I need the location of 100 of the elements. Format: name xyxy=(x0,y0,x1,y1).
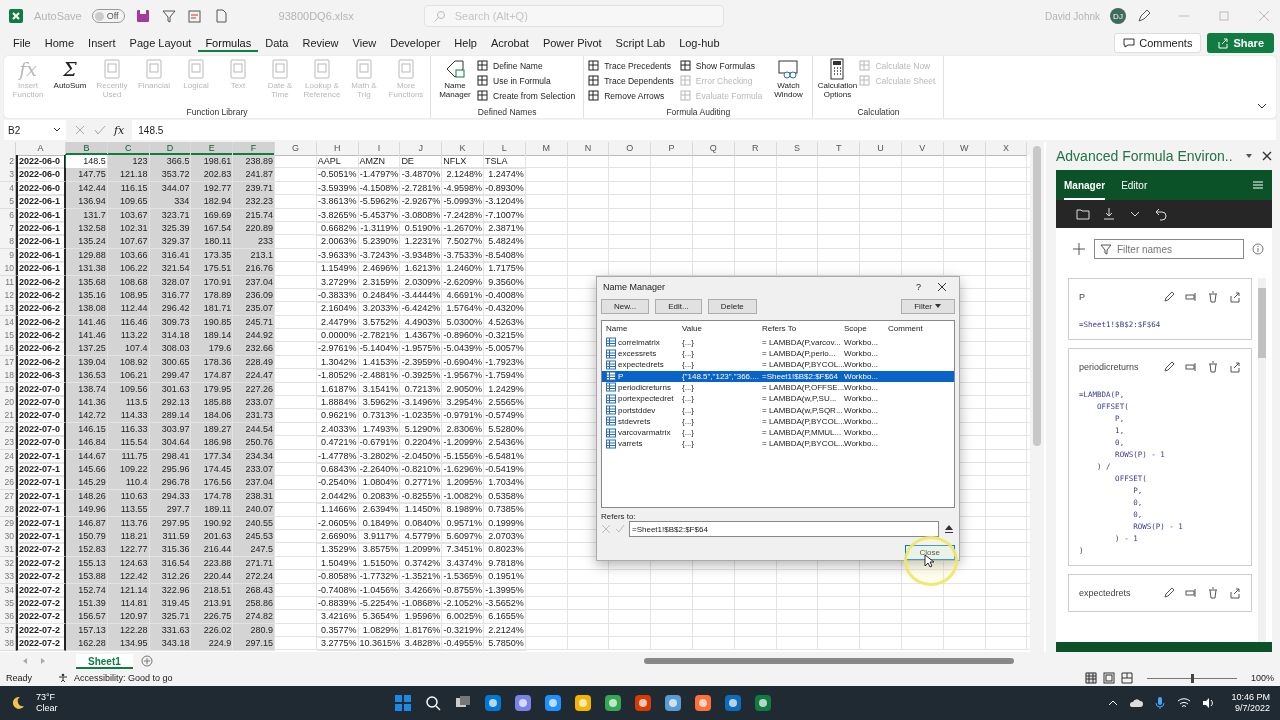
microphone-icon[interactable] xyxy=(1153,696,1168,710)
menu-tab[interactable]: Home xyxy=(37,34,82,52)
ribbon-button[interactable]: Trace Dependents xyxy=(588,74,678,87)
list-column-header[interactable]: Name xyxy=(606,324,682,334)
name-row[interactable]: varrets {...} = LAMBDA(P,BYCOL...Workbo... xyxy=(602,438,954,450)
share-button[interactable]: Share xyxy=(1207,33,1274,53)
column-header[interactable]: F xyxy=(233,142,275,156)
column-header[interactable]: V xyxy=(901,142,944,156)
name-row[interactable]: excessrets {...} = LAMBDA(P,perio... Workbo... xyxy=(602,347,954,360)
ribbon-button[interactable]: Create from Selection xyxy=(477,89,580,102)
row-header[interactable]: 10 xyxy=(0,262,16,277)
formula-input[interactable]: 148.5 xyxy=(132,120,1276,140)
wifi-icon[interactable] xyxy=(1177,696,1192,710)
filter-field[interactable]: Filter names xyxy=(1094,239,1244,259)
ribbon-button[interactable]: Show Formulas xyxy=(679,59,767,72)
column-header[interactable]: P xyxy=(651,142,693,156)
ribbon-button[interactable]: Trace Precedents xyxy=(588,59,678,72)
row-header[interactable]: 2 xyxy=(0,155,16,169)
app-icon[interactable] xyxy=(692,693,713,713)
sheet-tab[interactable]: Sheet1 xyxy=(76,653,133,669)
row-header[interactable]: 31 xyxy=(0,543,16,558)
download-icon[interactable] xyxy=(1102,207,1116,221)
list-column-header[interactable]: Scope xyxy=(844,324,888,334)
menu-icon[interactable] xyxy=(1252,179,1264,191)
row-header[interactable]: 21 xyxy=(0,409,16,424)
column-header[interactable]: M xyxy=(525,142,568,156)
app-icon[interactable] xyxy=(572,693,593,713)
column-header[interactable]: E xyxy=(191,142,234,156)
temperature[interactable]: 73°F xyxy=(36,692,58,703)
column-header[interactable]: D xyxy=(149,142,192,156)
row-header[interactable]: 16 xyxy=(0,342,16,357)
dialog-button[interactable]: Edit... xyxy=(655,298,702,314)
menu-tab[interactable]: Insert xyxy=(81,34,123,52)
user-avatar[interactable]: DJ xyxy=(1110,8,1126,24)
panel-scrollbar[interactable] xyxy=(1258,278,1266,642)
column-header[interactable]: C xyxy=(107,142,150,156)
column-header[interactable]: N xyxy=(567,142,610,156)
row-header[interactable]: 18 xyxy=(0,369,16,384)
ribbon-button[interactable]: Σ AutoSum xyxy=(50,58,90,104)
column-header[interactable]: H xyxy=(316,142,359,156)
check-icon[interactable] xyxy=(615,524,625,534)
rename-icon[interactable] xyxy=(1185,291,1197,303)
ribbon-button[interactable]: Watch Window xyxy=(768,58,809,104)
column-header[interactable]: X xyxy=(985,142,1028,156)
app-icon[interactable] xyxy=(752,693,773,713)
close-button[interactable]: Close xyxy=(904,545,955,560)
refers-to-field[interactable]: =Sheet1!$B$2:$F$64 xyxy=(629,521,939,537)
menu-tab[interactable]: File xyxy=(6,34,38,52)
pencil-icon[interactable] xyxy=(1163,291,1175,303)
column-header[interactable]: T xyxy=(818,142,861,156)
menu-tab[interactable]: Log-hub xyxy=(672,34,727,52)
accessibility-status[interactable]: Accessibility: Good to go xyxy=(74,673,173,683)
check-icon[interactable] xyxy=(94,124,106,136)
column-header[interactable]: U xyxy=(860,142,902,156)
name-row[interactable]: periodicreturns {...} = LAMBDA(P,OFFSE...Workbo... xyxy=(602,381,954,394)
comments-button[interactable]: Comments xyxy=(1114,33,1202,53)
ribbon-button[interactable]: Calculation Options xyxy=(817,58,858,104)
app-icon[interactable] xyxy=(662,693,683,713)
ribbon-button[interactable]: Use in Formula xyxy=(477,74,580,87)
panel-tab[interactable]: Editor xyxy=(1121,170,1148,200)
close-icon[interactable] xyxy=(1262,151,1272,161)
menu-tab[interactable]: Acrobat xyxy=(483,34,536,52)
info-icon[interactable] xyxy=(1252,243,1264,255)
row-header[interactable]: 33 xyxy=(0,570,16,585)
row-header[interactable]: 38 xyxy=(0,637,16,652)
add-sheet-icon[interactable] xyxy=(140,655,153,667)
column-header[interactable]: K xyxy=(442,142,484,156)
row-header[interactable]: 26 xyxy=(0,476,16,491)
column-header[interactable]: J xyxy=(400,142,443,156)
dialog-button[interactable]: New... xyxy=(601,298,650,314)
insert-function-button[interactable]: fx xyxy=(114,123,125,137)
close-icon[interactable] xyxy=(937,281,947,292)
speaker-icon[interactable] xyxy=(1201,696,1216,710)
menu-tab[interactable]: Formulas xyxy=(198,34,259,52)
rename-icon[interactable] xyxy=(1185,587,1197,599)
name-row[interactable]: portstddev {...} = LAMBDA(w,P,SQR... Workbo... xyxy=(602,404,954,416)
app-icon[interactable] xyxy=(632,693,653,713)
row-header[interactable]: 3 xyxy=(0,168,16,183)
row-header[interactable]: 20 xyxy=(0,396,16,411)
share-icon[interactable] xyxy=(1229,291,1241,303)
normal-view-icon[interactable] xyxy=(1084,672,1097,684)
column-header[interactable]: Q xyxy=(692,142,735,156)
column-header[interactable]: R xyxy=(734,142,777,156)
column-header[interactable]: L xyxy=(483,142,526,156)
name-row[interactable]: stdevrets {...} = LAMBDA(P,BYCOL...Workbo... xyxy=(602,415,954,427)
pen-icon[interactable] xyxy=(1136,8,1152,24)
filter-icon[interactable] xyxy=(160,8,177,24)
menu-tab[interactable]: View xyxy=(345,34,384,52)
pencil-icon[interactable] xyxy=(1163,361,1175,373)
list-column-header[interactable]: Comment xyxy=(888,324,954,334)
name-card[interactable]: expectedrets xyxy=(1068,574,1252,612)
save-icon[interactable] xyxy=(134,8,151,24)
app-icon[interactable] xyxy=(542,693,563,713)
row-header[interactable]: 5 xyxy=(0,195,16,210)
ribbon-button[interactable]: Remove Arrows xyxy=(588,89,678,102)
clock-time[interactable]: 10:46 PM xyxy=(1231,692,1270,703)
share-icon[interactable] xyxy=(1229,587,1241,599)
rename-icon[interactable] xyxy=(1185,361,1197,373)
app-icon[interactable] xyxy=(722,693,743,713)
delete-icon[interactable] xyxy=(1207,361,1219,373)
